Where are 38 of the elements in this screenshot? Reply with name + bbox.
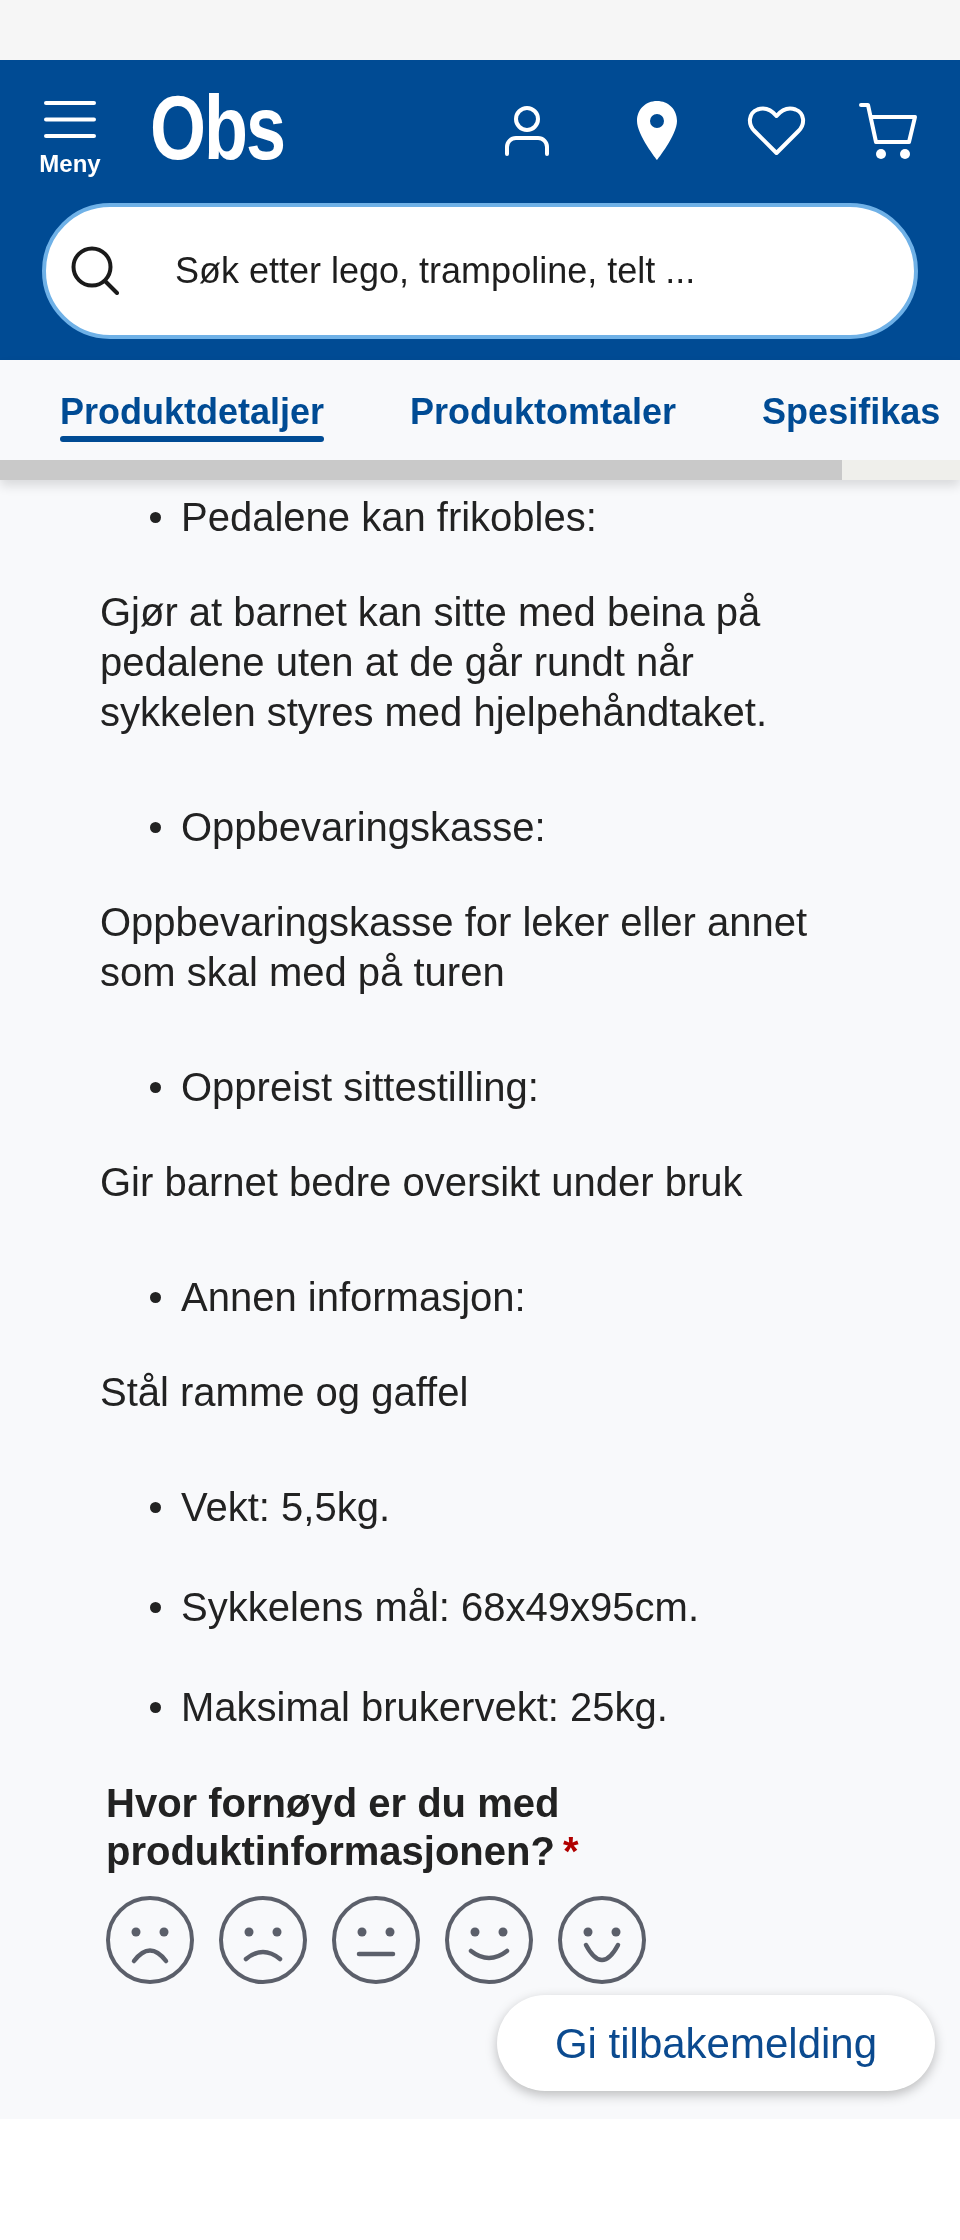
tab[interactable]: Produktdetaljer (60, 390, 325, 460)
cart-icon[interactable] (859, 101, 918, 160)
required-mark: * (562, 1829, 579, 1873)
feedback-button[interactable]: Gi tilbakemelding (497, 1995, 935, 2091)
bullet-icon (150, 1701, 161, 1713)
description-paragraph: Gjør at barnet kan sitte med beina på pedalene uten at de går rundt når sykkelen styres med hjelpehåndtaket. (100, 589, 769, 736)
very-sad-face-icon[interactable] (106, 1896, 194, 1984)
description-paragraph: Oppbevaringskasse for leker eller annet som skal med på turen (100, 899, 809, 996)
neutral-face-icon[interactable] (332, 1896, 420, 1984)
bullet-icon (150, 511, 161, 523)
menu-icon (44, 101, 96, 138)
heart-icon[interactable] (747, 105, 806, 156)
description-paragraph: Gir barnet bedre oversikt under bruk (100, 1159, 744, 1206)
bullet-icon (150, 1601, 161, 1613)
smiling-face-icon[interactable] (445, 1896, 533, 1984)
bullet-icon (150, 1501, 161, 1513)
list-item-text: Sykkelens mål: 68x49x95cm. (181, 1584, 699, 1631)
big-smile-face-icon[interactable] (558, 1896, 646, 1984)
question-text: Hvor fornøyd er du med produktinformasjonen? (106, 1781, 560, 1873)
sad-face-icon[interactable] (219, 1896, 307, 1984)
tab[interactable]: Produktomtaler (410, 390, 677, 460)
location-pin-icon[interactable] (637, 101, 677, 160)
list-item-text: Vekt: 5,5kg. (181, 1484, 391, 1531)
menu-button[interactable]: Meny (38, 101, 102, 178)
bullet-icon (150, 821, 161, 833)
list-item-text: Oppreist sittestilling: (181, 1064, 539, 1111)
bullet-icon (150, 1291, 161, 1303)
search-field[interactable]: Søk etter lego, trampoline, telt ... (42, 203, 918, 339)
search-icon (71, 246, 119, 295)
user-icon[interactable] (504, 105, 550, 156)
logo[interactable]: Obs (150, 83, 285, 173)
description-paragraph: Stål ramme og gaffel (100, 1369, 470, 1416)
tab[interactable]: Spesifikas (762, 390, 941, 460)
list-item-text: Maksimal brukervekt: 25kg. (181, 1684, 668, 1731)
list-item-text: Pedalene kan frikobles: (181, 494, 597, 541)
list-item-text: Annen informasjon: (181, 1274, 526, 1321)
bullet-icon (150, 1081, 161, 1093)
list-item-text: Oppbevaringskasse: (181, 804, 546, 851)
